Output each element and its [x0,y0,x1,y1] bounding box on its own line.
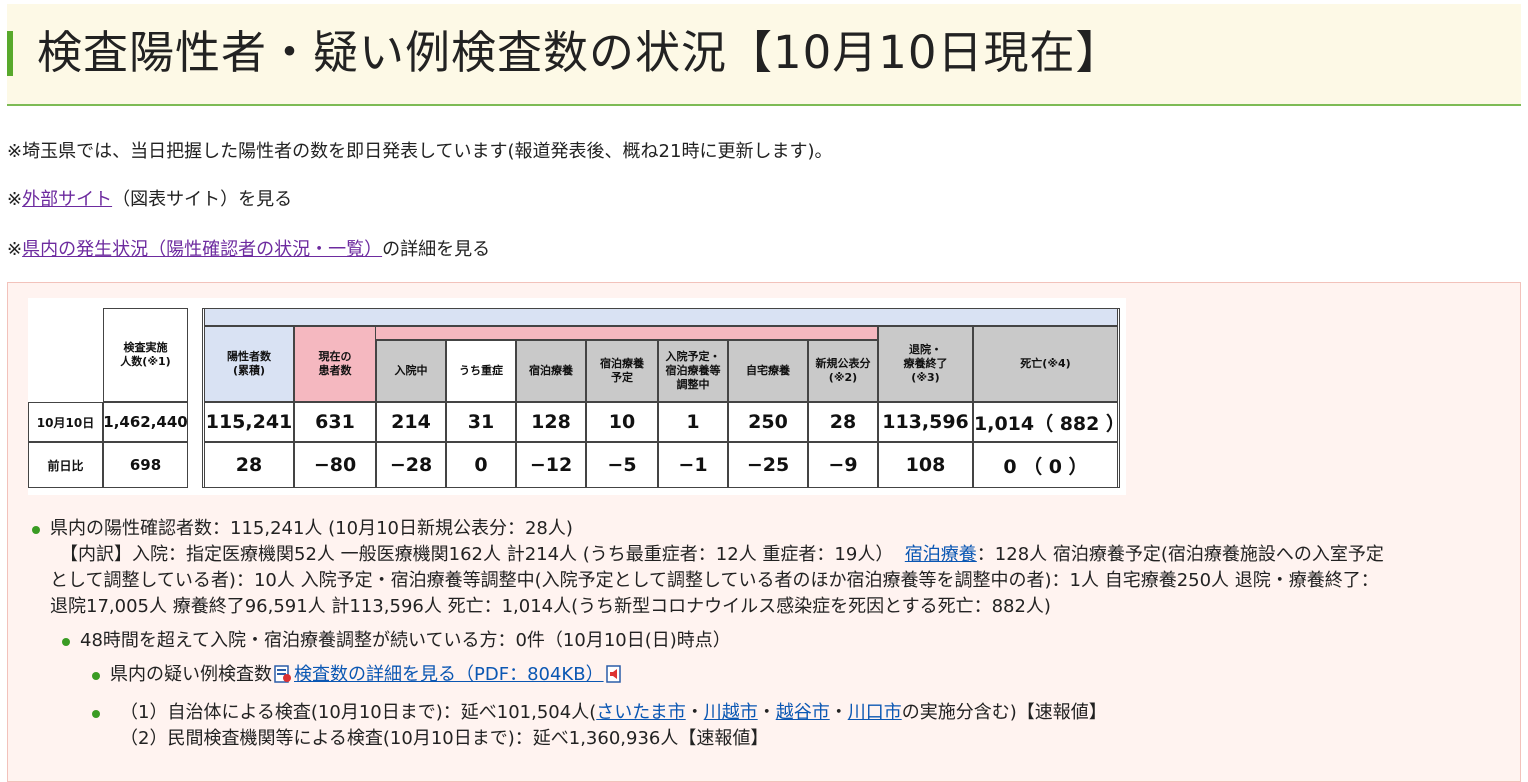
table-cell-new_announced: 28 [808,402,878,442]
speaker-icon [605,665,621,683]
bullet-icon [92,672,100,680]
summary-item-positives: 県内の陽性確認者数：115,241人 (10月10日新規公表分：28人) 【内訳… [32,516,1502,620]
waiting-text: 48時間を超えて入院・宿泊療養調整が続いている方：0件（10月10日(日)時点） [80,630,731,651]
bullet-icon [92,710,100,718]
kawaguchi-city-link[interactable]: 川口市 [848,702,902,723]
header-severe: うち重症 [446,340,516,402]
table-cell-discharged: 108 [878,442,973,488]
statistics-table: 検査実施 人数(※1) 陽性者数 (累積) 現在の 患者数 入院中 うち重症 宿泊療養 宿泊… [28,298,1126,495]
saitama-city-link[interactable]: さいたま市 [596,702,685,723]
breakdown-text: 【内訳】入院：指定医療機関52人 一般医療機関162人 計214人 (うち最重症… [50,542,1502,568]
table-cell-positives: 28 [204,442,294,488]
suspect-text: 県内の疑い例検査数 [110,664,272,685]
header-hotel_planned: 宿泊療養 予定 [586,340,658,402]
bullet-icon [32,526,40,534]
table-cell-home: −25 [728,442,808,488]
statistics-table-image: 検査実施 人数(※1) 陽性者数 (累積) 現在の 患者数 入院中 うち重症 宿泊療養 宿泊… [28,298,1126,495]
header-new_announced: 新規公表分 (※2) [808,340,878,402]
table-cell-hospitalized: −28 [376,442,446,488]
table-cell-new_announced: −9 [808,442,878,488]
page-title: 検査陽性者・疑い例検査数の状況【10月10日現在】 [37,26,1122,79]
table-top-strip [204,308,1118,326]
local-test-text: （1）自治体による検査(10月10日まで)：延べ101,504人( [120,702,597,723]
separator: ・ [829,702,848,723]
breakdown-part: 【内訳】入院：指定医療機関52人 一般医療機関162人 計214人 (うち最重症… [60,544,894,565]
table-cell-deaths: 1,014（ 882 ） [973,402,1125,442]
bullet-icon [62,638,70,646]
table-cell-hotel: −12 [516,442,586,488]
external-site-note: ※外部サイト（図表サイト）を見る [7,187,292,213]
title-accent [7,31,13,76]
publish-note: ※埼玉県では、当日把握した陽性者の数を即日発表しています(報道発表後、概ね21時… [7,141,833,162]
header-home: 自宅療養 [728,340,808,402]
table-cell-severe: 0 [446,442,516,488]
title-bar: 検査陽性者・疑い例検査数の状況【10月10日現在】 [7,4,1521,106]
header-adjusting: 入院予定・ 宿泊療養等 調整中 [658,340,728,402]
header-current: 現在の 患者数 [294,326,376,402]
table-cell-hotel_planned: 10 [586,402,658,442]
breakdown-part: ：128人 宿泊療養予定(宿泊療養施設への入室予定 [976,544,1384,565]
row-label: 10月10日 [28,402,103,442]
header-positives: 陽性者数 (累積) [204,326,294,402]
detail-link[interactable]: 県内の発生状況（陽性確認者の状況・一覧） [22,239,382,260]
pdf-link-label: 検査数の詳細を見る（PDF：804KB） [294,664,604,685]
table-cell-tested: 1,462,440 [103,402,188,442]
note-prefix: ※ [7,189,23,210]
detail-note: ※県内の発生状況（陽性確認者の状況・一覧）の詳細を見る [7,237,490,263]
table-cell-adjusting: 1 [658,402,728,442]
summary-list: 県内の陽性確認者数：115,241人 (10月10日新規公表分：28人) 【内訳… [32,516,1502,752]
table-cell-positives: 115,241 [204,402,294,442]
separator: ・ [685,702,704,723]
note-suffix: （図表サイト）を見る [112,189,293,210]
current-patients-band [294,326,878,340]
table-cell-current: −80 [294,442,376,488]
breakdown-text-3: 退院17,005人 療養終了96,591人 計113,596人 死亡：1,014… [50,596,1051,617]
row-label: 前日比 [28,442,103,488]
table-cell-current: 631 [294,402,376,442]
local-test-line: （1）自治体による検査(10月10日まで)：延べ101,504人(さいたま市・川… [120,700,1502,726]
koshigaya-city-link[interactable]: 越谷市 [776,702,830,723]
table-cell-hotel: 128 [516,402,586,442]
summary-item-suspect: 県内の疑い例検査数 検査数の詳細を見る（PDF：804KB） [32,662,1502,688]
note-suffix: の詳細を見る [382,239,491,260]
hotel-care-link[interactable]: 宿泊療養 [905,544,977,565]
table-cell-discharged: 113,596 [878,402,973,442]
table-cell-home: 250 [728,402,808,442]
table-cell-hotel_planned: −5 [586,442,658,488]
external-site-link[interactable]: 外部サイト [22,189,112,210]
test-detail-pdf-link[interactable]: 検査数の詳細を見る（PDF：804KB） [272,664,604,685]
header-discharged: 退院・ 療養終了 (※3) [878,326,973,402]
table-cell-hospitalized: 214 [376,402,446,442]
kawagoe-city-link[interactable]: 川越市 [704,702,758,723]
positives-text: 県内の陽性確認者数：115,241人 (10月10日新規公表分：28人) [50,518,573,539]
table-cell-adjusting: −1 [658,442,728,488]
note-prefix: ※ [7,239,23,260]
table-cell-tested: 698 [103,442,188,488]
table-cell-deaths: 0 （ 0 ） [973,442,1118,488]
pdf-icon [274,665,291,683]
table-cell-severe: 31 [446,402,516,442]
local-test-suffix: の実施分含む)【速報値】 [901,702,1107,723]
summary-item-local-tests: （1）自治体による検査(10月10日まで)：延べ101,504人(さいたま市・川… [32,700,1502,752]
separator: ・ [757,702,776,723]
header-hotel: 宿泊療養 [516,340,586,402]
breakdown-text-2: として調整している者)：10人 入院予定・宿泊療養等調整中(入院予定として調整し… [50,570,1379,591]
header-tested: 検査実施 人数(※1) [103,308,188,402]
header-hospitalized: 入院中 [376,340,446,402]
summary-item-waiting: 48時間を超えて入院・宿泊療養調整が続いている方：0件（10月10日(日)時点） [32,628,1502,654]
header-deaths: 死亡(※4) [973,326,1118,402]
private-test-line: （2）民間検査機関等による検査(10月10日まで)：延べ1,360,936人【速… [120,728,769,749]
